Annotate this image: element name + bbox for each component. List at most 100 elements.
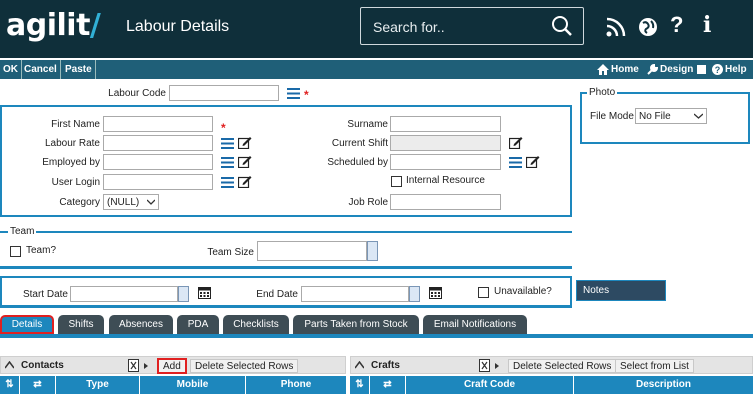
export-excel-button[interactable]: [479, 359, 503, 373]
help-icon[interactable]: ?: [670, 12, 683, 38]
list-icon[interactable]: [509, 157, 522, 168]
first-name-input[interactable]: [103, 116, 213, 132]
column-header[interactable]: Type: [56, 376, 140, 394]
end-date-input[interactable]: [301, 286, 409, 302]
contacts-toolbar: Contacts Add Delete Selected Rows: [0, 356, 346, 374]
globe-icon[interactable]: [636, 15, 660, 39]
tab-bar-line: [0, 334, 753, 338]
tab-email-notifications[interactable]: Email Notifications: [423, 315, 527, 334]
rss-icon[interactable]: [604, 15, 628, 39]
first-name-label: First Name: [51, 119, 100, 130]
tab-shifts[interactable]: Shifts: [58, 315, 104, 334]
edit-icon[interactable]: [238, 175, 252, 188]
calendar-icon[interactable]: [429, 286, 442, 299]
column-header[interactable]: Mobile: [140, 376, 246, 394]
design-button[interactable]: Design: [647, 60, 707, 79]
column-header[interactable]: Craft Code: [406, 376, 574, 394]
export-excel-button[interactable]: [128, 359, 152, 373]
column-header[interactable]: Phone: [246, 376, 346, 394]
team-size-input[interactable]: [257, 241, 367, 261]
labour-rate-input[interactable]: [103, 135, 213, 151]
calendar-icon[interactable]: [198, 286, 211, 299]
sort-icon[interactable]: ⇅: [350, 376, 370, 394]
surname-input[interactable]: [390, 116, 501, 132]
internal-resource-checkbox[interactable]: [391, 176, 402, 187]
job-role-input[interactable]: [390, 194, 501, 210]
delete-selected-rows-button[interactable]: Delete Selected Rows: [190, 359, 299, 373]
end-date-stepper[interactable]: [409, 286, 420, 302]
required-mark: *: [304, 88, 309, 102]
list-icon[interactable]: [221, 157, 234, 168]
search-input[interactable]: [373, 17, 533, 37]
start-date-input[interactable]: [70, 286, 178, 302]
team-checkbox-label: Team?: [26, 245, 57, 256]
collapse-icon[interactable]: [355, 361, 364, 369]
collapse-icon[interactable]: [5, 361, 14, 369]
app-header: agilit/ Labour Details ? i: [0, 0, 753, 58]
team-title: Team: [8, 226, 37, 237]
job-role-label: Job Role: [348, 197, 388, 208]
labour-code-input[interactable]: [169, 85, 279, 101]
refresh-icon[interactable]: ⇄: [20, 376, 56, 394]
notes-button[interactable]: Notes: [576, 280, 666, 301]
help-button[interactable]: ? Help: [712, 60, 747, 79]
list-icon[interactable]: [221, 138, 234, 149]
sort-icon[interactable]: ⇅: [0, 376, 20, 394]
tab-checklists[interactable]: Checklists: [223, 315, 289, 334]
edit-icon[interactable]: [238, 136, 252, 149]
excel-icon: [479, 359, 490, 372]
logo-mark: /: [89, 8, 101, 43]
tab-parts-taken-from-stock[interactable]: Parts Taken from Stock: [293, 315, 419, 334]
column-header[interactable]: Description: [574, 376, 753, 394]
help-circle-icon: ?: [712, 64, 723, 75]
unavailable-checkbox[interactable]: [478, 287, 489, 298]
help-label: Help: [725, 64, 747, 75]
start-date-stepper[interactable]: [178, 286, 189, 302]
toolbar: OK Cancel Paste Home Design ? Help: [0, 60, 753, 79]
current-shift-label: Current Shift: [331, 138, 388, 149]
surname-label: Surname: [347, 119, 388, 130]
select-from-list-button[interactable]: Select from List: [615, 359, 694, 373]
contacts-header: ⇅ ⇄ Type Mobile Phone: [0, 376, 346, 394]
user-login-input[interactable]: [103, 174, 213, 190]
tab-absences[interactable]: Absences: [109, 315, 173, 334]
team-checkbox[interactable]: [10, 246, 21, 257]
add-button[interactable]: Add: [157, 358, 187, 374]
list-icon[interactable]: [287, 88, 300, 99]
list-icon[interactable]: [221, 177, 234, 188]
caret-right-icon: [144, 363, 148, 369]
category-value: (NULL): [107, 196, 140, 208]
employed-by-input[interactable]: [103, 154, 213, 170]
page-title: Labour Details: [126, 18, 230, 35]
file-mode-select[interactable]: No File: [635, 108, 707, 124]
refresh-icon[interactable]: ⇄: [370, 376, 406, 394]
paste-button[interactable]: Paste: [62, 60, 96, 79]
employed-by-label: Employed by: [42, 157, 100, 168]
edit-icon[interactable]: [526, 155, 540, 168]
scheduled-by-input[interactable]: [390, 154, 501, 170]
cancel-button[interactable]: Cancel: [21, 60, 61, 79]
ok-button[interactable]: OK: [0, 60, 22, 79]
tab-details[interactable]: Details: [0, 315, 54, 334]
internal-resource-label: Internal Resource: [406, 175, 485, 186]
design-checkbox[interactable]: [697, 65, 707, 74]
required-mark: *: [221, 121, 226, 135]
delete-selected-rows-button[interactable]: Delete Selected Rows: [508, 359, 617, 373]
app-logo[interactable]: agilit/: [6, 8, 101, 43]
category-select[interactable]: (NULL): [103, 194, 159, 210]
edit-icon[interactable]: [238, 155, 252, 168]
search-icon[interactable]: [551, 15, 573, 37]
home-button[interactable]: Home: [597, 60, 639, 79]
labour-rate-label: Labour Rate: [44, 138, 100, 149]
file-mode-value: No File: [639, 110, 671, 122]
home-label: Home: [611, 64, 639, 75]
crafts-header: ⇅ ⇄ Craft Code Description: [350, 376, 753, 394]
team-size-stepper[interactable]: [367, 241, 378, 261]
user-login-label: User Login: [51, 177, 100, 188]
tab-pda[interactable]: PDA: [177, 315, 219, 334]
info-icon[interactable]: i: [703, 12, 711, 38]
edit-icon[interactable]: [509, 136, 523, 149]
svg-text:?: ?: [715, 65, 721, 75]
home-icon: [597, 64, 609, 75]
design-label: Design: [660, 64, 694, 75]
